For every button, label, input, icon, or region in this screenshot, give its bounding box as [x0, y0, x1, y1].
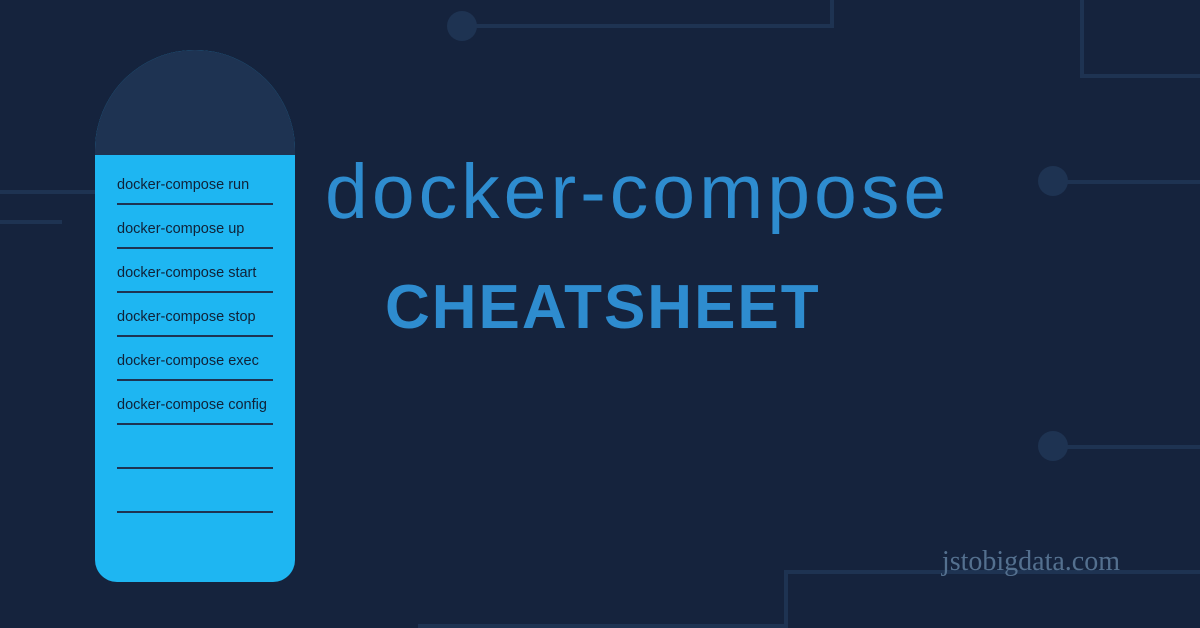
notepad-card: docker-compose run docker-compose up doc…	[95, 50, 295, 582]
circuit-trace	[418, 624, 788, 628]
page-title: docker-compose	[325, 148, 950, 237]
notepad-header	[95, 50, 295, 155]
note-line	[117, 475, 273, 513]
circuit-trace	[1060, 445, 1200, 449]
circuit-trace	[1080, 0, 1084, 78]
circuit-node-icon	[1038, 431, 1068, 461]
note-line	[117, 431, 273, 469]
circuit-trace	[0, 220, 62, 224]
circuit-node-icon	[1038, 166, 1068, 196]
circuit-trace	[784, 570, 788, 628]
attribution-text: jstobigdata.com	[942, 546, 1120, 578]
circuit-trace	[1080, 74, 1200, 78]
note-line: docker-compose up	[117, 211, 273, 249]
note-line: docker-compose start	[117, 255, 273, 293]
note-line: docker-compose stop	[117, 299, 273, 337]
circuit-trace	[1060, 180, 1200, 184]
circuit-node-icon	[447, 11, 477, 41]
notepad-body: docker-compose run docker-compose up doc…	[95, 155, 295, 527]
note-line: docker-compose exec	[117, 343, 273, 381]
note-line: docker-compose config	[117, 387, 273, 425]
note-line: docker-compose run	[117, 167, 273, 205]
circuit-trace	[460, 24, 834, 28]
circuit-trace	[0, 190, 95, 194]
banner-canvas: docker-compose run docker-compose up doc…	[0, 0, 1200, 628]
page-subtitle: CHEATSHEET	[385, 272, 821, 343]
